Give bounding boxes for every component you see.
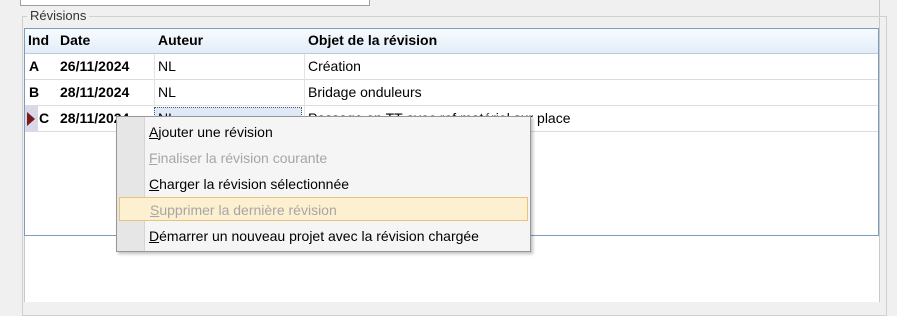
- grid-header: Ind Date Auteur Objet de la révision: [25, 29, 878, 54]
- menu-item-add-revision[interactable]: Ajouter une révision: [119, 120, 528, 144]
- header-date[interactable]: Date: [60, 32, 90, 48]
- table-row[interactable]: B 28/11/2024 NL Bridage onduleurs: [25, 80, 878, 106]
- context-menu: Ajouter une révision Finaliser la révisi…: [116, 116, 531, 252]
- column-separator: [304, 80, 305, 106]
- header-object[interactable]: Objet de la révision: [308, 32, 437, 48]
- cell-ind: C: [39, 110, 50, 126]
- header-author[interactable]: Auteur: [158, 32, 203, 48]
- cell-object: Bridage onduleurs: [308, 84, 422, 100]
- menu-item-new-project-with-revision[interactable]: Démarrer un nouveau projet avec la révis…: [119, 224, 528, 248]
- row-selector[interactable]: [25, 106, 38, 131]
- menu-item-label: Charger la révision sélectionnée: [149, 176, 350, 192]
- column-separator: [304, 54, 305, 80]
- revisions-group-title: Révisions: [27, 8, 90, 23]
- cell-ind: B: [29, 84, 40, 100]
- menu-item-delete-last-revision: Supprimer la dernière révision: [119, 197, 528, 221]
- menu-item-label: Finaliser la révision courante: [149, 150, 328, 166]
- column-separator: [154, 80, 155, 106]
- cell-date: 26/11/2024: [60, 58, 130, 74]
- cell-author: NL: [158, 84, 176, 100]
- menu-item-label: Supprimer la dernière révision: [150, 202, 337, 218]
- menu-item-label: Démarrer un nouveau projet avec la révis…: [149, 228, 479, 244]
- menu-item-finalize-revision: Finaliser la révision courante: [119, 146, 528, 170]
- top-input-field[interactable]: [20, 0, 370, 6]
- cell-date: 28/11/2024: [60, 84, 130, 100]
- menu-item-label: Ajouter une révision: [149, 124, 273, 140]
- table-row[interactable]: A 26/11/2024 NL Création: [25, 54, 878, 80]
- cell-author: NL: [158, 58, 176, 74]
- current-row-arrow-icon: [27, 112, 35, 126]
- menu-item-load-revision[interactable]: Charger la révision sélectionnée: [119, 172, 528, 196]
- column-separator: [154, 54, 155, 80]
- cell-ind: A: [29, 58, 40, 74]
- header-ind[interactable]: Ind: [28, 32, 49, 48]
- cell-object: Création: [308, 58, 361, 74]
